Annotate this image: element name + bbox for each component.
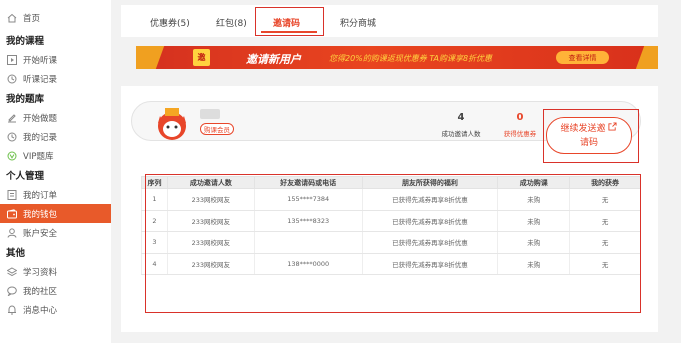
sidebar-section-title: 其他 [6, 248, 26, 259]
share-icon [608, 122, 617, 134]
banner-subtitle: 您得20%的购课返现优惠券 TA购课享8折优惠 [329, 54, 493, 63]
promo-banner[interactable]: 邀 邀请新用户 您得20%的购课返现优惠券 TA购课享8折优惠 查看详情 [136, 46, 658, 69]
sidebar-section-title: 个人管理 [6, 171, 45, 182]
coupon-count-label: 获得优惠券 [503, 130, 537, 138]
sidebar-item-my-community[interactable]: 我的社区 [0, 281, 111, 300]
tab-red-envelopes[interactable]: 红包(8) [216, 16, 247, 29]
send-invite-code-button[interactable]: 继续发送邀 请码 [546, 117, 632, 154]
sidebar-item-my-orders[interactable]: 我的订单 [0, 185, 111, 204]
active-tab-highlight [255, 7, 324, 36]
sidebar-item-start-practice[interactable]: 开始做题 [0, 108, 111, 127]
sidebar-item-start-listening[interactable]: 开始听课 [0, 50, 111, 69]
sidebar-item-account-security[interactable]: 账户安全 [0, 223, 111, 242]
chat-icon [6, 285, 17, 296]
tab-bar: 优惠券(5) 红包(8) 邀请码 积分商城 [121, 5, 658, 37]
history-icon [6, 131, 17, 142]
banner-badge: 邀 [193, 49, 210, 66]
sidebar-item-label: 学习资料 [23, 267, 58, 278]
sidebar-item-my-records[interactable]: 我的记录 [0, 127, 111, 146]
play-icon [6, 54, 17, 65]
sidebar-item-study-materials[interactable]: 学习资料 [0, 262, 111, 281]
sidebar-item-home[interactable]: 首页 [0, 8, 111, 27]
vip-icon [6, 150, 17, 161]
sidebar-item-label: 消息中心 [23, 305, 58, 316]
sidebar-item-label: 账户安全 [23, 228, 58, 239]
view-details-button[interactable]: 查看详情 [556, 51, 609, 64]
sidebar: 首页 我的课程 开始听课 听课记录 我的题库 开始做题 我的记录 VIP题库 个… [0, 0, 111, 343]
wallet-icon [6, 208, 17, 219]
sidebar-item-label: 首页 [23, 13, 41, 24]
username-placeholder [200, 109, 220, 119]
sidebar-item-label: 听课记录 [23, 74, 58, 85]
sidebar-item-label: 开始听课 [23, 55, 58, 66]
vip-badge: 购课会员 [200, 123, 234, 135]
invite-button-line1: 继续发送邀 [560, 124, 606, 134]
sidebar-item-label: VIP题库 [23, 151, 54, 162]
invited-count-stat: 4 成功邀请人数 [424, 112, 498, 138]
sidebar-item-label: 开始做题 [23, 113, 58, 124]
banner-title: 邀请新用户 [246, 53, 301, 66]
invited-count: 4 [457, 112, 465, 123]
tab-coupons[interactable]: 优惠券(5) [150, 16, 190, 29]
sidebar-item-label: 我的订单 [23, 190, 58, 201]
edit-icon [6, 112, 17, 123]
coupon-count-stat: 0 获得优惠券 [498, 112, 542, 138]
avatar [154, 106, 190, 142]
order-icon [6, 189, 17, 200]
history-icon [6, 73, 17, 84]
user-icon [6, 227, 17, 238]
sidebar-item-vip-bank[interactable]: VIP题库 [0, 146, 111, 165]
sidebar-item-label: 我的社区 [23, 286, 58, 297]
invite-card: 购课会员 4 成功邀请人数 0 获得优惠券 继续发送邀 请码 序列 成功邀请人数… [121, 86, 658, 332]
tab-points-mall[interactable]: 积分商城 [340, 16, 376, 29]
sidebar-section-title: 我的题库 [6, 94, 45, 105]
invited-count-label: 成功邀请人数 [441, 130, 481, 138]
sidebar-item-my-wallet[interactable]: 我的钱包 [0, 204, 111, 223]
coupon-count: 0 [516, 112, 524, 123]
sidebar-item-label: 我的记录 [23, 132, 58, 143]
sidebar-item-label: 我的钱包 [23, 209, 58, 220]
layers-icon [6, 266, 17, 277]
home-icon [6, 12, 17, 23]
sidebar-section-title: 我的课程 [6, 36, 45, 47]
sidebar-item-message-center[interactable]: 消息中心 [0, 300, 111, 319]
main-content: 优惠券(5) 红包(8) 邀请码 积分商城 邀 邀请新用户 您得20%的购课返现… [121, 0, 658, 343]
bell-icon [6, 304, 17, 315]
invite-button-line2: 请码 [579, 138, 598, 148]
sidebar-item-listening-history[interactable]: 听课记录 [0, 69, 111, 88]
table-highlight [145, 174, 641, 313]
